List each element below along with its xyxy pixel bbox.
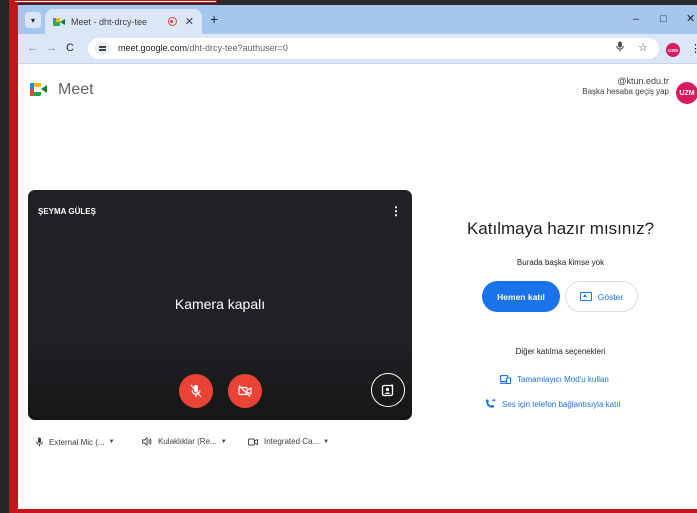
back-button[interactable]: ← <box>27 42 38 54</box>
tab-meet[interactable]: Meet - dht-drcy-tee ✕ <box>45 9 202 34</box>
tab-title: Meet - dht-drcy-tee <box>71 16 148 27</box>
participant-name: ŞEYMA GÜLEŞ <box>38 207 96 216</box>
site-info-icon[interactable] <box>95 42 109 55</box>
camera-select-label: Integrated Ca... <box>264 437 320 446</box>
chevron-down-icon: ▾ <box>30 15 35 25</box>
camera-status: Kamera kapalı <box>174 296 266 312</box>
meet-favicon-icon <box>53 17 65 27</box>
maximize-button[interactable]: □ <box>660 14 667 25</box>
url-path: /dht-drcy-tee?authuser=0 <box>187 43 288 53</box>
visual-effects-icon <box>381 383 394 397</box>
chevron-down-icon: ▼ <box>220 438 227 445</box>
chevron-down-icon: ▼ <box>108 439 115 445</box>
more-options-icon[interactable]: ⋮ <box>390 204 402 218</box>
outer-frame-border <box>9 0 18 513</box>
present-button-label: Göster <box>597 291 624 302</box>
phone-audio-label: Ses için telefon bağlantısıyla katıl <box>502 399 621 409</box>
minimize-button[interactable]: – <box>633 14 639 25</box>
join-now-button[interactable]: Hemen katıl <box>482 281 560 312</box>
close-window-button[interactable]: ✕ <box>686 14 695 25</box>
profile-avatar[interactable]: UZM <box>666 43 680 57</box>
tab-search-button[interactable]: ▾ <box>25 12 41 28</box>
microphone-select[interactable]: External Mic (... ▼ <box>36 437 115 447</box>
companion-mode-link[interactable]: Tamamlayıcı Mod'u kullan <box>500 375 609 384</box>
join-title: Katılmaya hazır mısınız? <box>466 219 655 238</box>
switch-account-link[interactable]: Başka hesaba geçiş yap <box>582 87 669 96</box>
reload-button[interactable]: C <box>66 42 74 54</box>
close-tab-icon[interactable]: ✕ <box>185 15 194 28</box>
chevron-down-icon: ▼ <box>323 438 330 445</box>
account-avatar[interactable]: UZM <box>676 82 697 104</box>
browser-toolbar: ← → C meet.google.com/dht-drcy-tee?authu… <box>18 34 697 64</box>
visual-effects-button[interactable] <box>371 373 405 407</box>
recording-indicator-icon <box>167 17 177 26</box>
browser-menu-icon[interactable]: ⋮ <box>690 43 697 55</box>
camera-toggle-button[interactable] <box>228 374 262 408</box>
url-text: meet.google.com/dht-drcy-tee?authuser=0 <box>118 43 288 53</box>
present-button[interactable]: Göster <box>565 281 638 312</box>
participants-status: Burada başka kimse yok <box>516 258 605 267</box>
meet-logo-text: Meet <box>58 81 94 98</box>
outer-frame-bottom <box>9 509 697 513</box>
google-meet-logo-icon <box>30 83 47 96</box>
camera-off-icon <box>238 385 252 397</box>
phone-audio-link[interactable]: Ses için telefon bağlantısıyla katıl <box>485 399 620 409</box>
outer-frame-top-strip <box>14 0 217 3</box>
speaker-select[interactable]: Kulaklıklar (Re... ▼ <box>142 437 227 446</box>
tab-strip: ▾ Meet - dht-drcy-tee ✕ + – □ ✕ <box>18 5 697 34</box>
mic-permission-icon[interactable] <box>616 41 624 56</box>
other-join-options-title: Diğer katılma seçenekleri <box>515 347 606 356</box>
mic-icon <box>36 437 43 447</box>
video-preview: ŞEYMA GÜLEŞ ⋮ Kamera kapalı <box>28 190 412 420</box>
preview-gradient <box>28 340 412 420</box>
microphone-select-label: External Mic (... <box>49 437 105 447</box>
camera-select[interactable]: Integrated Ca... ▼ <box>248 437 329 446</box>
companion-mode-label: Tamamlayıcı Mod'u kullan <box>517 375 609 384</box>
bookmark-star-icon[interactable]: ☆ <box>638 41 648 55</box>
speaker-select-label: Kulaklıklar (Re... <box>158 437 217 446</box>
forward-button[interactable]: → <box>46 42 57 54</box>
companion-mode-icon <box>500 375 511 384</box>
outer-frame-left <box>0 0 9 513</box>
speaker-icon <box>142 437 152 446</box>
mic-off-icon <box>190 384 202 398</box>
camera-icon <box>248 438 258 445</box>
microphone-toggle-button[interactable] <box>179 374 213 408</box>
address-bar[interactable]: meet.google.com/dht-drcy-tee?authuser=0 … <box>88 38 659 59</box>
new-tab-button[interactable]: + <box>210 12 218 26</box>
phone-forward-icon <box>486 399 496 408</box>
url-host: meet.google.com <box>118 43 188 53</box>
account-email: @ktun.edu.tr <box>617 76 669 86</box>
present-screen-icon <box>579 292 592 301</box>
browser-window: ▾ Meet - dht-drcy-tee ✕ + – □ ✕ ← → C me… <box>18 5 697 509</box>
